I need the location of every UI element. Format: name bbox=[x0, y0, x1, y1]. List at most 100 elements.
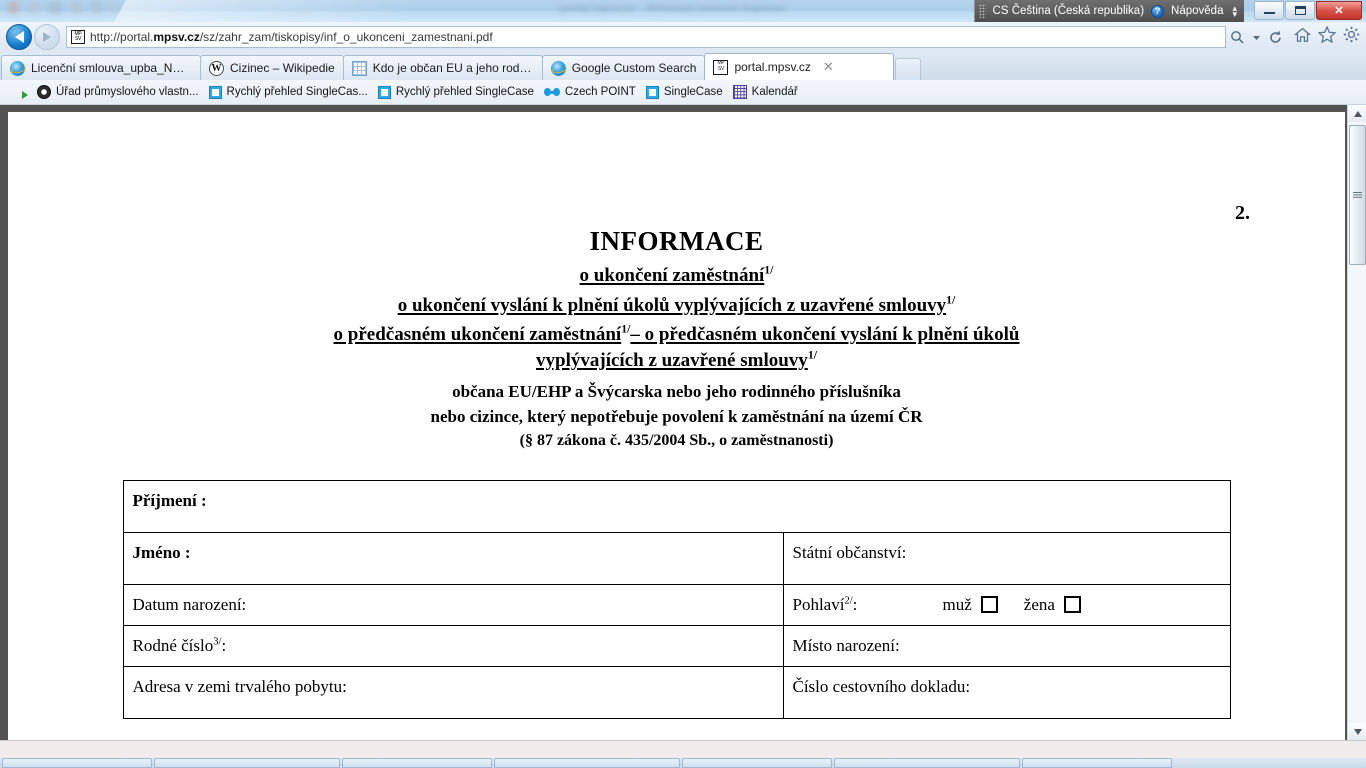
wikipedia-icon: W bbox=[209, 60, 224, 76]
disc-icon bbox=[37, 85, 51, 99]
bookmark-4[interactable]: SingleCase bbox=[645, 85, 723, 99]
browser-window: portal.mpsv.cz - Windows Internet Explor… bbox=[0, 0, 1366, 768]
refresh-icon[interactable] bbox=[1267, 28, 1284, 46]
taskbar-item[interactable] bbox=[2, 758, 152, 768]
settings-gear-icon[interactable] bbox=[1343, 26, 1360, 48]
address-bar-url[interactable]: http://portal.mpsv.cz/sz/zahr_zam/tiskop… bbox=[90, 30, 493, 44]
address-bar[interactable]: MP SV http://portal.mpsv.cz/sz/zahr_zam/t… bbox=[66, 26, 1226, 48]
home-icon[interactable] bbox=[1293, 27, 1312, 48]
taskbar-item[interactable] bbox=[1022, 758, 1172, 768]
chart-icon bbox=[351, 60, 367, 76]
pdf-viewer: 2. INFORMACE o ukončení zaměstnání1/ o u… bbox=[0, 105, 1366, 740]
field-birthplace-label: Místo narození: bbox=[782, 624, 1231, 667]
language-label[interactable]: CS Čeština (Česká republika) bbox=[993, 5, 1144, 17]
titlebar-sheen bbox=[106, 0, 554, 22]
window-title-text: portal.mpsv.cz - Windows Internet Explor… bbox=[560, 3, 786, 15]
scroll-up-button[interactable] bbox=[1348, 105, 1366, 122]
field-citizenship-label: Státní občanství: bbox=[782, 531, 1231, 585]
taskbar-spacer bbox=[1174, 758, 1364, 768]
gender-male-label: muž bbox=[942, 594, 972, 614]
gender-female-checkbox[interactable] bbox=[1063, 596, 1081, 614]
tab-label: Kdo je občan EU a jeho rodinn... bbox=[372, 61, 534, 75]
window-controls: ✕ bbox=[1254, 1, 1362, 20]
minimize-button[interactable] bbox=[1254, 1, 1284, 20]
document-body: INFORMACE o ukončení zaměstnání1/ o ukon… bbox=[8, 112, 1345, 719]
scrollbar-thumb[interactable] bbox=[1349, 125, 1366, 265]
pdf-page: 2. INFORMACE o ukončení zaměstnání1/ o u… bbox=[8, 112, 1345, 740]
taskbar-item[interactable] bbox=[154, 758, 340, 768]
document-subtitle-4: vyplývajících z uzavřené smlouvy1/ bbox=[536, 348, 817, 372]
czechpoint-icon bbox=[543, 88, 560, 97]
forward-button[interactable] bbox=[34, 24, 60, 50]
mpsv-favicon-icon: MP SV bbox=[71, 30, 85, 44]
field-travel-document-label: Číslo cestovního dokladu: bbox=[782, 665, 1231, 719]
personal-data-form: Příjmení : Jméno : Státní občanství: Dat… bbox=[122, 479, 1231, 719]
bookmark-label: Rychlý přehled SingleCase bbox=[395, 86, 534, 98]
language-bar[interactable]: CS Čeština (Česká republika) ? Nápověda … bbox=[973, 0, 1244, 22]
mpsv-icon: MP SV bbox=[713, 59, 729, 75]
titlebar-blurred-icons bbox=[8, 1, 117, 14]
field-firstname-label: Jméno : bbox=[122, 531, 784, 585]
navbar-right-icons bbox=[1286, 25, 1360, 48]
tab-close-icon[interactable]: ✕ bbox=[823, 59, 834, 75]
tab-3[interactable]: Google Custom Search bbox=[541, 55, 706, 80]
tab-label: portal.mpsv.cz bbox=[734, 60, 811, 74]
tab-1[interactable]: W Cizinec – Wikipedie bbox=[200, 55, 344, 80]
tab-label: Cizinec – Wikipedie bbox=[230, 61, 335, 75]
bookmark-2[interactable]: Rychlý přehled SingleCase bbox=[377, 85, 534, 99]
maximize-button[interactable] bbox=[1285, 1, 1315, 20]
ie-icon bbox=[10, 60, 25, 76]
taskbar-item[interactable] bbox=[682, 758, 832, 768]
tab-2[interactable]: Kdo je občan EU a jeho rodinn... bbox=[342, 55, 543, 80]
new-tab-button[interactable] bbox=[895, 58, 922, 80]
bookmark-3[interactable]: Czech POINT bbox=[543, 86, 636, 98]
bookmark-0[interactable]: Úřad průmyslového vlastn... bbox=[37, 85, 199, 99]
bookmark-1[interactable]: Rychlý přehled SingleCas... bbox=[208, 85, 368, 99]
gender-female-label: žena bbox=[1023, 594, 1055, 614]
help-icon[interactable]: ? bbox=[1151, 4, 1165, 18]
bookmark-label: Úřad průmyslového vlastn... bbox=[56, 86, 199, 98]
field-gender-label: Pohlaví2/: bbox=[792, 594, 858, 614]
back-button[interactable] bbox=[6, 24, 32, 50]
windows-taskbar bbox=[0, 758, 1366, 768]
document-legal-reference: (§ 87 zákona č. 435/2004 Sb., o zaměstna… bbox=[519, 432, 834, 450]
bookmark-label: Rychlý přehled SingleCas... bbox=[226, 86, 368, 98]
scrollbar-grip-icon bbox=[1353, 191, 1362, 199]
calendar-icon bbox=[732, 85, 747, 99]
vertical-scrollbar[interactable] bbox=[1347, 105, 1366, 740]
document-subtitle-1: o ukončení zaměstnání1/ bbox=[579, 263, 774, 287]
status-bar bbox=[0, 740, 1366, 758]
tab-label: Licenční smlouva_upba_NAKU... bbox=[31, 61, 192, 75]
ie-icon bbox=[550, 60, 566, 76]
field-birthnumber-label: Rodné číslo3/: bbox=[122, 624, 784, 667]
language-bar-expand-icon[interactable]: ▴ ▾ bbox=[1232, 3, 1237, 18]
tab-0[interactable]: Licenční smlouva_upba_NAKU... bbox=[1, 55, 201, 80]
document-subtitle-3: o předčasném ukončení zaměstnání1/– o př… bbox=[333, 323, 1020, 346]
navigation-bar: MP SV http://portal.mpsv.cz/sz/zahr_zam/t… bbox=[0, 22, 1366, 52]
bookmark-label: Kalendář bbox=[751, 86, 798, 98]
blue-square-icon bbox=[645, 85, 659, 99]
drag-grip-icon[interactable] bbox=[978, 4, 986, 18]
add-favorite-icon[interactable] bbox=[7, 84, 28, 100]
field-surname-label: Příjmení : bbox=[122, 479, 1231, 533]
close-button[interactable]: ✕ bbox=[1316, 1, 1362, 20]
bookmark-5[interactable]: Kalendář bbox=[732, 85, 798, 99]
table-row-address: Adresa v zemi trvalého pobytu: Číslo ces… bbox=[122, 665, 1231, 719]
taskbar-item[interactable] bbox=[342, 758, 492, 768]
taskbar-item[interactable] bbox=[494, 758, 680, 768]
bookmark-label: Czech POINT bbox=[564, 86, 636, 98]
chevron-down-icon[interactable] bbox=[1248, 28, 1265, 46]
page-marker: 2. bbox=[1235, 202, 1250, 224]
tab-4-active[interactable]: MP SV portal.mpsv.cz ✕ bbox=[704, 53, 895, 80]
address-bar-icons bbox=[1229, 28, 1286, 46]
tab-label: Google Custom Search bbox=[571, 61, 697, 75]
document-audience-line-1: občana EU/EHP a Švýcarska nebo jeho rodi… bbox=[452, 381, 901, 401]
search-icon[interactable] bbox=[1229, 28, 1246, 46]
favorites-star-icon[interactable] bbox=[1317, 25, 1337, 48]
help-link[interactable]: Nápověda bbox=[1171, 5, 1223, 17]
field-birthdate-label: Datum narození: bbox=[122, 583, 784, 626]
taskbar-item[interactable] bbox=[834, 758, 1020, 768]
gender-male-checkbox[interactable] bbox=[980, 596, 998, 614]
scroll-down-button[interactable] bbox=[1348, 723, 1366, 740]
gender-row: Pohlaví2/: muž žena bbox=[793, 595, 1221, 615]
